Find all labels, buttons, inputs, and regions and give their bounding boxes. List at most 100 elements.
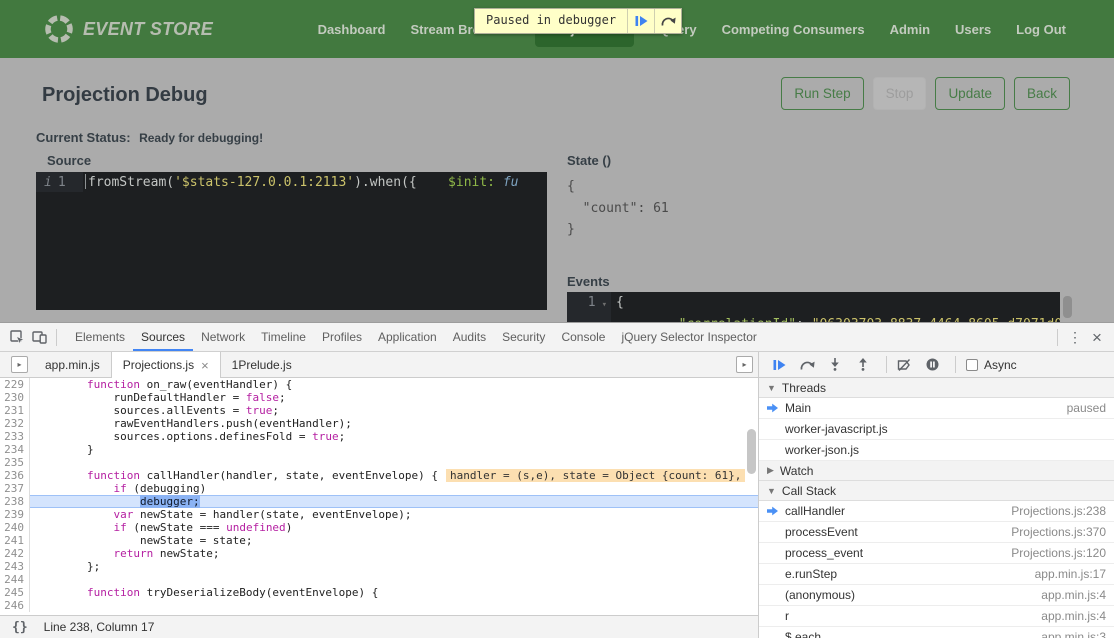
line-number[interactable]: 236 xyxy=(0,469,30,482)
code-line-content[interactable]: runDefaultHandler = false; xyxy=(30,391,758,404)
nav-item-competing-consumers[interactable]: Competing Consumers xyxy=(722,22,865,37)
more-options-icon[interactable]: ⋮ xyxy=(1064,326,1086,348)
deactivate-breakpoints-icon[interactable] xyxy=(893,354,915,376)
call-stack-frame[interactable]: callHandlerProjections.js:238 xyxy=(759,501,1114,522)
events-gutter-2[interactable] xyxy=(567,314,611,322)
call-stack-frame[interactable]: e.runStepapp.min.js:17 xyxy=(759,564,1114,585)
code-line-content[interactable]: sources.options.definesFold = true; xyxy=(30,430,758,443)
update-button[interactable]: Update xyxy=(935,77,1005,110)
file-tab-app-min-js[interactable]: app.min.js xyxy=(34,352,111,377)
code-line-content[interactable]: if (debugging) xyxy=(30,482,758,495)
devtools-tab-timeline[interactable]: Timeline xyxy=(253,323,314,351)
eventstore-logo[interactable]: EVENT STORE xyxy=(44,14,213,44)
code-line[interactable]: 235 xyxy=(0,456,758,469)
step-over-icon[interactable] xyxy=(796,354,818,376)
file-tab-1prelude-js[interactable]: 1Prelude.js xyxy=(221,352,303,377)
code-line-content[interactable]: function tryDeserializeBody(eventEnvelop… xyxy=(30,586,758,599)
source-editor[interactable]: i 1 fromStream('$stats-127.0.0.1:2113').… xyxy=(36,172,547,310)
line-number[interactable]: 244 xyxy=(0,573,30,586)
devtools-tab-application[interactable]: Application xyxy=(370,323,445,351)
code-line[interactable]: 234 } xyxy=(0,443,758,456)
code-line-content[interactable] xyxy=(30,573,758,586)
code-line-content[interactable]: newState = state; xyxy=(30,534,758,547)
call-stack-frame[interactable]: $.eachapp.min.js:3 xyxy=(759,627,1114,638)
devtools-tab-sources[interactable]: Sources xyxy=(133,323,193,351)
devtools-tab-audits[interactable]: Audits xyxy=(445,323,494,351)
call-stack-frame[interactable]: (anonymous)app.min.js:4 xyxy=(759,585,1114,606)
code-line[interactable]: 239 var newState = handler(state, eventE… xyxy=(0,508,758,521)
code-line-content[interactable]: }; xyxy=(30,560,758,573)
pause-on-exceptions-icon[interactable] xyxy=(921,354,943,376)
line-number[interactable]: 233 xyxy=(0,430,30,443)
code-editor[interactable]: 229 function on_raw(eventHandler) {230 r… xyxy=(0,378,758,615)
devtools-tab-jquery-selector-inspector[interactable]: jQuery Selector Inspector xyxy=(613,323,764,351)
code-line[interactable]: 245 function tryDeserializeBody(eventEnv… xyxy=(0,586,758,599)
run-step-button[interactable]: Run Step xyxy=(781,77,863,110)
execution-line[interactable]: 238 debugger; xyxy=(0,495,758,508)
code-line-content[interactable]: function callHandler(handler, state, eve… xyxy=(30,469,758,482)
code-line[interactable]: 237 if (debugging) xyxy=(0,482,758,495)
code-line-content[interactable]: rawEventHandlers.push(eventHandler); xyxy=(30,417,758,430)
devtools-tab-security[interactable]: Security xyxy=(494,323,553,351)
show-navigator-icon[interactable]: ▸ xyxy=(11,356,28,373)
line-number[interactable]: 232 xyxy=(0,417,30,430)
close-icon[interactable]: × xyxy=(1086,326,1108,348)
line-number[interactable]: 245 xyxy=(0,586,30,599)
inspect-element-icon[interactable] xyxy=(6,326,28,348)
call-stack-section-header[interactable]: ▼ Call Stack xyxy=(759,481,1114,501)
line-number[interactable]: 237 xyxy=(0,482,30,495)
nav-item-log-out[interactable]: Log Out xyxy=(1016,22,1066,37)
events-code-line1[interactable]: { xyxy=(611,292,624,314)
line-number[interactable]: 242 xyxy=(0,547,30,560)
code-line[interactable]: 246 xyxy=(0,599,758,612)
call-stack-frame[interactable]: rapp.min.js:4 xyxy=(759,606,1114,627)
step-over-icon[interactable] xyxy=(654,9,681,33)
threads-section-header[interactable]: ▼ Threads xyxy=(759,378,1114,398)
resume-icon[interactable] xyxy=(627,9,654,33)
source-gutter[interactable]: i 1 xyxy=(36,172,83,192)
events-gutter[interactable]: 1 ▾ xyxy=(567,292,611,314)
line-number[interactable]: 243 xyxy=(0,560,30,573)
devtools-tab-console[interactable]: Console xyxy=(553,323,613,351)
code-line-content[interactable] xyxy=(30,456,758,469)
code-line[interactable]: 233 sources.options.definesFold = true; xyxy=(0,430,758,443)
fold-arrow-icon[interactable]: ▾ xyxy=(602,294,607,314)
devtools-tab-elements[interactable]: Elements xyxy=(67,323,133,351)
pretty-print-icon[interactable]: {} xyxy=(12,620,28,635)
call-stack-frame[interactable]: process_eventProjections.js:120 xyxy=(759,543,1114,564)
file-tab-projections-js[interactable]: Projections.js× xyxy=(111,352,221,378)
events-editor[interactable]: 1 ▾ { "correlationId": "06303703-8837-44… xyxy=(567,292,1060,322)
code-line[interactable]: 243 }; xyxy=(0,560,758,573)
devtools-tab-network[interactable]: Network xyxy=(193,323,253,351)
line-number[interactable]: 238 xyxy=(0,495,30,508)
line-number[interactable]: 240 xyxy=(0,521,30,534)
close-tab-icon[interactable]: × xyxy=(201,358,209,373)
thread-row[interactable]: worker-json.js xyxy=(759,440,1114,461)
code-line-content[interactable]: return newState; xyxy=(30,547,758,560)
code-line[interactable]: 242 return newState; xyxy=(0,547,758,560)
nav-item-admin[interactable]: Admin xyxy=(890,22,930,37)
source-code-line[interactable]: fromStream('$stats-127.0.0.1:2113').when… xyxy=(83,172,519,192)
nav-item-users[interactable]: Users xyxy=(955,22,991,37)
events-code-line2[interactable]: "correlationId": "06303703-8837-4464-860… xyxy=(611,314,1060,322)
back-button[interactable]: Back xyxy=(1014,77,1070,110)
code-line[interactable]: 236 function callHandler(handler, state,… xyxy=(0,469,758,482)
code-line[interactable]: 244 xyxy=(0,573,758,586)
line-number[interactable]: 231 xyxy=(0,404,30,417)
line-number[interactable]: 234 xyxy=(0,443,30,456)
code-line-content[interactable]: } xyxy=(30,443,758,456)
code-line-content[interactable]: if (newState === undefined) xyxy=(30,521,758,534)
devtools-tab-profiles[interactable]: Profiles xyxy=(314,323,370,351)
resume-icon[interactable] xyxy=(768,354,790,376)
watch-section-header[interactable]: ▶ Watch xyxy=(759,461,1114,481)
events-scrollbar-thumb[interactable] xyxy=(1063,296,1072,318)
code-line[interactable]: 232 rawEventHandlers.push(eventHandler); xyxy=(0,417,758,430)
code-line-content[interactable]: var newState = handler(state, eventEnvel… xyxy=(30,508,758,521)
line-number[interactable]: 229 xyxy=(0,378,30,391)
code-vertical-scrollbar-thumb[interactable] xyxy=(747,429,756,474)
nav-item-dashboard[interactable]: Dashboard xyxy=(318,22,386,37)
line-number[interactable]: 235 xyxy=(0,456,30,469)
code-line[interactable]: 241 newState = state; xyxy=(0,534,758,547)
code-line-content[interactable]: debugger; xyxy=(30,495,758,508)
thread-row[interactable]: Mainpaused xyxy=(759,398,1114,419)
